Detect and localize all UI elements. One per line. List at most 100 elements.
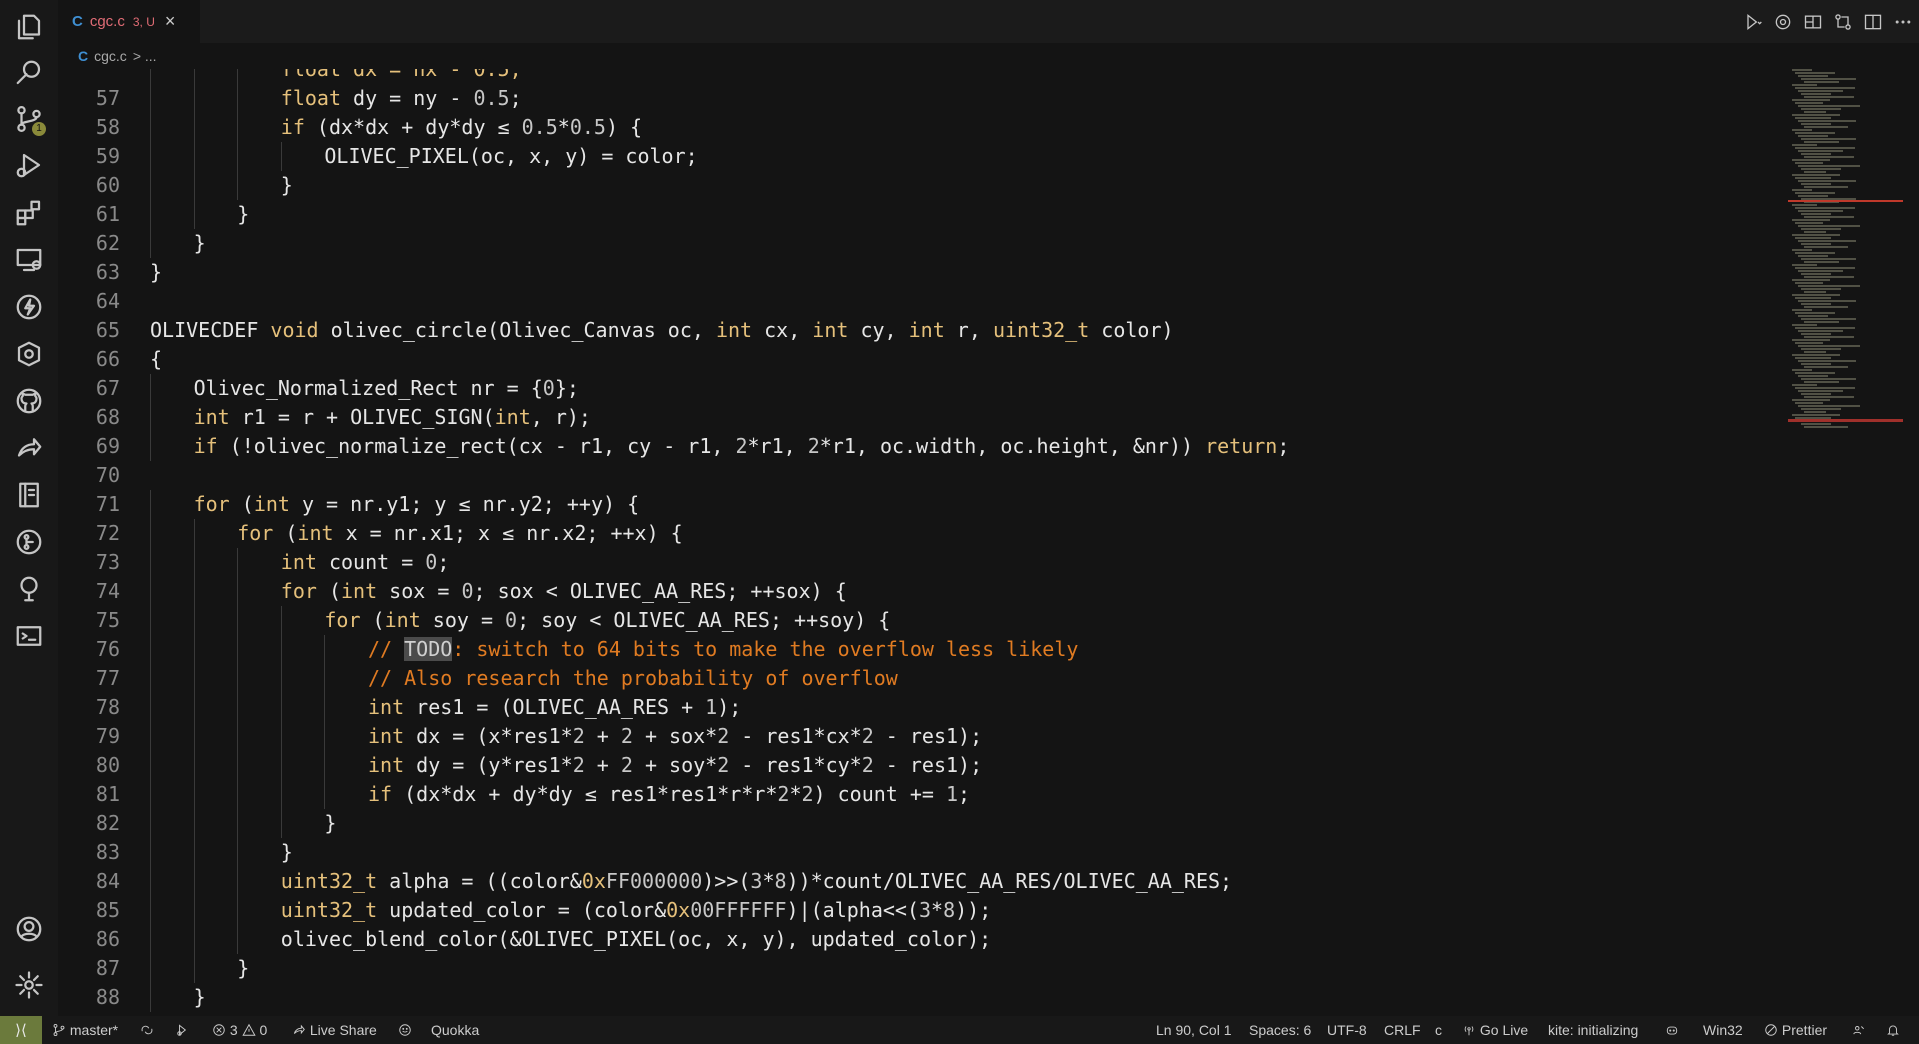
run-dropdown-icon[interactable] (1743, 12, 1763, 32)
code-line[interactable]: 84 uint32_t alpha = ((color&0xFF000000)>>… (58, 867, 1778, 896)
remote-indicator-icon[interactable]: ⟩⟨ (0, 1016, 42, 1044)
live-share-icon[interactable] (0, 425, 58, 471)
indent-guide (237, 113, 239, 142)
tree-icon[interactable] (0, 566, 58, 612)
code-line[interactable]: 79 int dx = (x*res1*2 + 2 + sox*2 - res1*… (58, 722, 1778, 751)
code-line[interactable]: 76 // TODO: switch to 64 bits to make the… (58, 635, 1778, 664)
code-line[interactable]: 85 uint32_t updated_color = (color&0x00FF… (58, 896, 1778, 925)
branch-indicator[interactable]: master* (52, 1016, 118, 1044)
code-line[interactable]: 68 int r1 = r + OLIVEC_SIGN(int, r); (58, 403, 1778, 432)
vertical-scrollbar[interactable] (1903, 69, 1919, 1016)
kubernetes-icon[interactable] (0, 331, 58, 377)
code-token: OLIVECDEF (150, 318, 271, 342)
feedback-smiley-icon[interactable] (398, 1016, 412, 1044)
code-line[interactable]: 73 int count = 0; (58, 548, 1778, 577)
encoding[interactable]: UTF-8 (1327, 1016, 1367, 1044)
platform[interactable]: Win32 (1703, 1016, 1743, 1044)
code-line[interactable]: 74 for (int sox = 0; sox < OLIVEC_AA_RES;… (58, 577, 1778, 606)
code-line[interactable]: 86 olivec_blend_color(&OLIVEC_PIXEL(oc, x… (58, 925, 1778, 954)
thunder-icon[interactable] (0, 284, 58, 330)
code-line[interactable]: 87} (58, 954, 1778, 983)
minimap-line (1798, 360, 1856, 362)
minimap[interactable] (1788, 69, 1903, 1016)
line-number: 62 (95, 231, 120, 255)
code-token: 0 (505, 608, 518, 632)
source-control-icon[interactable]: 1 (0, 96, 58, 142)
code-line[interactable]: 71 for (int y = nr.y1; y ≤ nr.y2; ++y) { (58, 490, 1778, 519)
notifications-bell-icon[interactable] (1886, 1016, 1900, 1044)
code-editor[interactable]: float dx = nx - 0.5; 57 float dy = ny - 0.… (58, 69, 1788, 1016)
github-icon[interactable] (0, 378, 58, 424)
code-line[interactable]: 64 (58, 287, 1778, 316)
indentation[interactable]: Spaces: 6 (1249, 1016, 1311, 1044)
minimap-line (1795, 387, 1855, 389)
code-token: dy = ny - (341, 86, 474, 110)
breadcrumb-more[interactable]: > ... (133, 48, 157, 64)
accounts-icon[interactable] (0, 906, 58, 952)
breadcrumb-file[interactable]: cgc.c (94, 48, 127, 64)
terminal-icon[interactable] (0, 613, 58, 659)
code-line[interactable]: 80 int dy = (y*res1*2 + 2 + soy*2 - res1*… (58, 751, 1778, 780)
language-mode[interactable]: c (1435, 1016, 1442, 1044)
code-line[interactable]: 63} (58, 258, 1778, 287)
code-token: alpha = ((color& (377, 869, 582, 893)
gitlens-status-icon[interactable] (176, 1016, 190, 1044)
cursor-position[interactable]: Ln 90, Col 1 (1156, 1016, 1232, 1044)
code-line[interactable]: 58 if (dx*dx + dy*dy ≤ 0.5*0.5) { (58, 113, 1778, 142)
line-ending[interactable]: CRLF (1384, 1016, 1421, 1044)
code-line[interactable]: 82} (58, 809, 1778, 838)
git-compare-icon[interactable] (1833, 12, 1853, 32)
notebook-icon[interactable] (0, 472, 58, 518)
close-icon[interactable]: × (165, 11, 176, 32)
problems-indicator[interactable]: 3 0 (212, 1016, 267, 1044)
code-token: 2 (620, 753, 633, 777)
kite-status[interactable]: kite: initializing (1548, 1016, 1638, 1044)
code-line[interactable]: 67 Olivec_Normalized_Rect nr = {0}; (58, 374, 1778, 403)
code-line[interactable]: 70 (58, 461, 1778, 490)
broadcast-icon (1464, 1026, 1474, 1036)
code-line[interactable]: 69 if (!olivec_normalize_rect(cx - r1, cy… (58, 432, 1778, 461)
more-actions-icon[interactable] (1893, 12, 1913, 32)
layout-icon[interactable] (1803, 12, 1823, 32)
code-text: int r1 = r + OLIVEC_SIGN(int, r); (194, 403, 591, 432)
accounts-status-icon[interactable] (1852, 1016, 1866, 1044)
indent-guide (280, 635, 282, 664)
line-number: 86 (95, 927, 120, 951)
code-line[interactable]: 81 if (dx*dx + dy*dy ≤ res1*res1*r*r*2*2)… (58, 780, 1778, 809)
extensions-icon[interactable] (0, 190, 58, 236)
code-line[interactable]: 62} (58, 229, 1778, 258)
code-line[interactable]: float dx = nx - 0.5; (58, 69, 1778, 84)
live-share-status[interactable]: Live Share (292, 1016, 377, 1044)
code-line[interactable]: 59 OLIVEC_PIXEL(oc, x, y) = color; (58, 142, 1778, 171)
minimap-line (1792, 339, 1830, 341)
code-line[interactable]: 88} (58, 983, 1778, 1012)
code-line[interactable]: 65 OLIVECDEF void olivec_circle(Olivec_Ca… (58, 316, 1778, 345)
code-line[interactable]: 72 for (int x = nr.x1; x ≤ nr.x2; ++x) { (58, 519, 1778, 548)
settings-gear-icon[interactable] (0, 962, 58, 1008)
split-editor-icon[interactable] (1863, 12, 1883, 32)
code-line[interactable]: 78 int res1 = (OLIVEC_AA_RES + 1); (58, 693, 1778, 722)
code-line[interactable]: 75 for (int soy = 0; soy < OLIVEC_AA_RES;… (58, 606, 1778, 635)
run-debug-icon[interactable] (0, 142, 58, 188)
sync-icon[interactable] (140, 1016, 154, 1044)
code-line[interactable]: 57 float dy = ny - 0.5; (58, 84, 1778, 113)
quokka-label[interactable]: Quokka (431, 1016, 479, 1044)
prettier-label: Prettier (1781, 1022, 1828, 1038)
gear-icon[interactable] (1773, 12, 1793, 32)
prettier-status[interactable]: Prettier (1764, 1016, 1827, 1044)
go-live[interactable]: Go Live (1462, 1016, 1528, 1044)
code-line[interactable]: 66 { (58, 345, 1778, 374)
copilot-icon[interactable] (1665, 1016, 1679, 1044)
gitlens-icon[interactable] (0, 519, 58, 565)
tab-cgc-c[interactable]: C cgc.c 3, U × (58, 0, 200, 43)
search-icon[interactable] (0, 50, 58, 96)
indent-guide (324, 693, 326, 722)
code-line[interactable]: 77 // Also research the probability of ov… (58, 664, 1778, 693)
code-line[interactable]: 83} (58, 838, 1778, 867)
breadcrumb: C cgc.c > ... (58, 43, 1758, 69)
explorer-icon[interactable] (0, 4, 58, 50)
remote-explorer-icon[interactable] (0, 237, 58, 283)
code-token: ; (958, 782, 971, 806)
code-line[interactable]: 60} (58, 171, 1778, 200)
code-line[interactable]: 61} (58, 200, 1778, 229)
